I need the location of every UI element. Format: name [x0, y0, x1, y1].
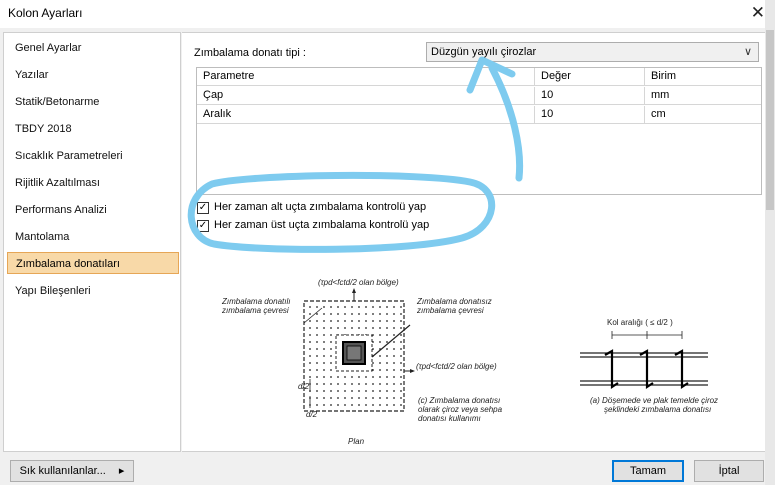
caption-c-line2: olarak çiroz veya sehpa: [418, 405, 503, 414]
checkbox-top-end-label[interactable]: Her zaman üst uçta zımbalama kontrolü ya…: [214, 219, 429, 231]
sidebar-item-sicaklik-parametreleri[interactable]: Sıcaklık Parametreleri: [7, 145, 179, 167]
column-header-parametre[interactable]: Parametre: [197, 68, 535, 86]
cell-value[interactable]: 10: [535, 87, 645, 105]
punching-type-dropdown[interactable]: Düzgün yayılı çirozlar ∨: [426, 42, 759, 62]
cell-value[interactable]: 10: [535, 106, 645, 124]
sidebar-item-rijitlik-azaltilmasi[interactable]: Rijitlik Azaltılması: [7, 172, 179, 194]
window-title: Kolon Ayarları: [8, 6, 83, 20]
top-zone-note: (τpd<fctd/2 olan bölge): [318, 278, 399, 287]
left-note-line2: zımbalama çevresi: [221, 306, 289, 315]
settings-panel: Zımbalama donatı tipi : Düzgün yayılı çi…: [182, 32, 774, 452]
caption-c-line1: (c) Zımbalama donatısı: [418, 396, 500, 405]
right-note-line1: Zımbalama donatısız: [416, 297, 492, 306]
parameter-grid: Parametre Değer Birim Çap 10 mm Aralık 1…: [196, 67, 762, 195]
leader-line: [303, 307, 323, 324]
sidebar-item-genel-ayarlar[interactable]: Genel Ayarlar: [7, 37, 179, 59]
favorites-button[interactable]: Sık kullanılanlar... ▸: [10, 460, 134, 482]
column-spacing-label: Kol aralığı ( ≤ d/2 ): [607, 318, 673, 327]
dialog-client: Genel Ayarlar Yazılar Statik/Betonarme T…: [0, 28, 775, 485]
checkbox-bottom-end-check[interactable]: ✓: [197, 202, 209, 214]
left-note-line1: Zımbalama donatılı: [221, 297, 290, 306]
punching-reinforcement-figure: (τpd<fctd/2 olan bölge) Zımbalama donatı…: [221, 278, 718, 446]
checkbox-top-end-check[interactable]: ✓: [197, 220, 209, 232]
table-row[interactable]: Çap 10 mm: [197, 87, 761, 105]
sidebar-item-statik-betonarme[interactable]: Statik/Betonarme: [7, 91, 179, 113]
chevron-right-icon: ▸: [118, 465, 125, 477]
title-bar: Kolon Ayarları ✕: [0, 0, 775, 28]
arrow-up-head: [352, 288, 356, 293]
ok-button[interactable]: Tamam: [612, 460, 684, 482]
right-note-line2: zımbalama çevresi: [416, 306, 484, 315]
close-icon[interactable]: ✕: [751, 3, 765, 23]
punching-type-value: Düzgün yayılı çirozlar: [431, 46, 537, 58]
cancel-button[interactable]: İptal: [694, 460, 764, 482]
caption-c-line3: donatısı kullanımı: [418, 414, 481, 423]
punching-type-label: Zımbalama donatı tipi :: [194, 47, 306, 59]
column-header-birim[interactable]: Birim: [645, 68, 761, 86]
column-core: [346, 345, 362, 361]
cell-parameter: Çap: [197, 87, 535, 105]
tie-bar: [639, 349, 654, 390]
scrollbar-thumb[interactable]: [766, 30, 774, 210]
sidebar: Genel Ayarlar Yazılar Statik/Betonarme T…: [3, 32, 181, 452]
right-zone-note: (τpd<fctd/2 olan bölge): [416, 362, 497, 371]
vertical-scrollbar[interactable]: [765, 0, 775, 485]
sidebar-item-zimbalama-donatilari[interactable]: Zımbalama donatıları: [7, 252, 179, 274]
plan-label: Plan: [348, 437, 365, 446]
sidebar-item-mantolama[interactable]: Mantolama: [7, 226, 179, 248]
sidebar-item-yapi-bilesenleri[interactable]: Yapı Bileşenleri: [7, 280, 179, 302]
dimension-label-2: d/2: [306, 410, 318, 419]
table-row[interactable]: Aralık 10 cm: [197, 106, 761, 124]
tie-bar: [674, 349, 689, 390]
grid-header: Parametre Değer Birim: [197, 68, 761, 86]
favorites-label: Sık kullanılanlar...: [19, 465, 106, 477]
tie-bar: [604, 349, 619, 390]
cell-unit: cm: [651, 108, 666, 120]
caption-a-line2: şeklindeki zımbalama donatısı: [604, 405, 711, 414]
sidebar-item-tbdy-2018[interactable]: TBDY 2018: [7, 118, 179, 140]
sidebar-item-performans-analizi[interactable]: Performans Analizi: [7, 199, 179, 221]
dimension-label-1: d/2: [298, 382, 310, 391]
arrow-right-head: [410, 369, 415, 373]
chevron-down-icon: ∨: [743, 46, 752, 58]
checkbox-bottom-end-label[interactable]: Her zaman alt uçta zımbalama kontrolü ya…: [214, 201, 426, 213]
caption-a-line1: (a) Döşemede ve plak temelde çiroz: [590, 396, 718, 405]
cell-parameter: Aralık: [197, 106, 535, 124]
cell-unit: mm: [651, 89, 670, 101]
column-header-deger[interactable]: Değer: [535, 68, 645, 86]
sidebar-item-yazilar[interactable]: Yazılar: [7, 64, 179, 86]
